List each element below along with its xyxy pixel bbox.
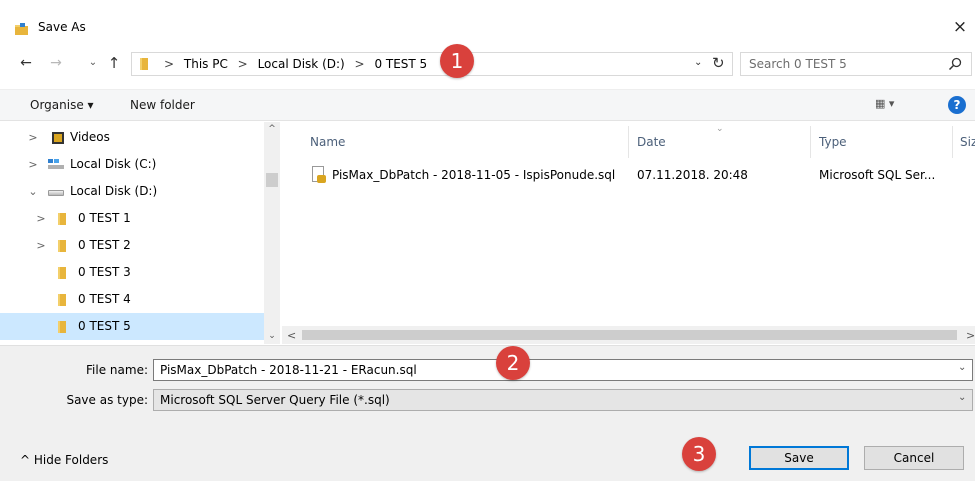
tree-item-videos[interactable]: > Videos: [0, 124, 264, 151]
file-name: PisMax_DbPatch - 2018-11-05 - IspisPonud…: [332, 168, 616, 182]
tree-item-label: Local Disk (C:): [70, 157, 157, 171]
new-folder-button[interactable]: New folder: [130, 98, 195, 112]
close-button[interactable]: ×: [948, 16, 972, 38]
disk-c-icon: [48, 159, 64, 169]
scroll-right-icon[interactable]: >: [966, 329, 975, 342]
chevron-down-icon[interactable]: ⌄: [26, 178, 40, 205]
folder-icon: [58, 213, 66, 225]
scroll-down-icon[interactable]: ⌄: [264, 331, 280, 341]
tree-item-label: Videos: [70, 130, 110, 144]
window-title: Save As: [38, 20, 86, 34]
scroll-left-icon[interactable]: <: [287, 329, 296, 342]
tree-item-0-test-3[interactable]: 0 TEST 3: [0, 259, 264, 286]
sql-file-icon: [312, 166, 326, 183]
tree-item-label: 0 TEST 3: [78, 265, 131, 279]
chevron-down-icon[interactable]: ⌄: [694, 57, 702, 68]
save-as-icon: [15, 23, 28, 35]
save-as-type-select[interactable]: Microsoft SQL Server Query File (*.sql): [153, 389, 973, 411]
toolbar: Organise ▾ New folder ▦ ▾ ?: [0, 89, 975, 121]
sort-chevron-icon: ⌄: [716, 124, 724, 134]
column-divider[interactable]: [952, 126, 953, 158]
search-input[interactable]: Search 0 TEST 5: [740, 52, 972, 76]
scroll-up-icon[interactable]: ^: [264, 124, 280, 134]
tree-item-label: 0 TEST 1: [78, 211, 131, 225]
hide-folders-button[interactable]: ^ Hide Folders: [20, 453, 108, 467]
video-folder-icon: [52, 132, 64, 144]
filename-label: File name:: [86, 363, 148, 377]
column-divider[interactable]: [810, 126, 811, 158]
folder-icon: [58, 240, 66, 252]
disk-d-icon: [48, 190, 64, 196]
tree-item-0-test-4[interactable]: 0 TEST 4: [0, 286, 264, 313]
save-as-type-label: Save as type:: [66, 393, 148, 407]
filename-input[interactable]: PisMax_DbPatch - 2018-11-21 - ERacun.sql: [153, 359, 973, 381]
chevron-right-icon[interactable]: >: [26, 151, 40, 178]
file-type: Microsoft SQL Ser...: [819, 168, 936, 182]
refresh-icon[interactable]: ↻: [712, 54, 725, 72]
breadcrumb: > This PC > Local Disk (D:) > 0 TEST 5: [164, 57, 433, 71]
forward-arrow-icon[interactable]: →: [46, 55, 66, 71]
column-header-date[interactable]: Date: [637, 135, 666, 149]
column-header-size[interactable]: Size: [960, 135, 975, 149]
tree-item-label: 0 TEST 2: [78, 238, 131, 252]
file-date: 07.11.2018. 20:48: [637, 168, 748, 182]
help-icon[interactable]: ?: [948, 96, 966, 114]
chevron-right-icon[interactable]: >: [34, 205, 48, 232]
chevron-right-icon[interactable]: >: [34, 232, 48, 259]
folder-icon: [58, 267, 66, 279]
tree-item-0-test-5[interactable]: 0 TEST 5: [0, 313, 264, 340]
recent-locations-chevron-icon[interactable]: ⌄: [86, 57, 100, 68]
breadcrumb-separator: >: [237, 57, 248, 71]
tree-item-0-test-1[interactable]: > 0 TEST 1: [0, 205, 264, 232]
tree-item-0-test-2[interactable]: > 0 TEST 2: [0, 232, 264, 259]
column-header-type[interactable]: Type: [819, 135, 847, 149]
breadcrumb-separator: >: [354, 57, 365, 71]
up-arrow-icon[interactable]: ↑: [106, 54, 122, 72]
tree-item-local-disk-d[interactable]: ⌄ Local Disk (D:): [0, 178, 264, 205]
breadcrumb-this-pc[interactable]: This PC: [184, 57, 228, 71]
tree-item-local-disk-c[interactable]: > Local Disk (C:): [0, 151, 264, 178]
tree-scroll-thumb[interactable]: [266, 173, 278, 187]
back-arrow-icon[interactable]: ←: [16, 55, 36, 71]
tree-scrollbar[interactable]: [264, 122, 280, 344]
list-scroll-thumb[interactable]: [302, 330, 957, 340]
navigation-pane: > Videos > Local Disk (C:) ⌄ Local Disk …: [0, 122, 280, 344]
title-bar: [0, 0, 975, 40]
organise-button[interactable]: Organise ▾: [30, 98, 94, 112]
cancel-button[interactable]: Cancel: [864, 446, 964, 470]
folder-icon: [58, 294, 66, 306]
tree-item-label: Local Disk (D:): [70, 184, 158, 198]
file-list: Name ⌄ Date Type Size PisMax_DbPatch - 2…: [282, 122, 975, 344]
folder-icon: [140, 58, 148, 70]
folder-icon: [58, 321, 66, 333]
chevron-down-icon[interactable]: ⌄: [958, 392, 966, 403]
search-placeholder: Search 0 TEST 5: [749, 57, 847, 71]
change-view-icon[interactable]: ▦ ▾: [875, 97, 915, 110]
search-icon: [948, 57, 962, 71]
column-header-name[interactable]: Name: [310, 135, 345, 149]
tree-item-label: 0 TEST 5: [78, 319, 131, 333]
breadcrumb-separator: >: [164, 57, 175, 71]
tree-item-label: 0 TEST 4: [78, 292, 131, 306]
callout-2: 2: [496, 346, 530, 380]
address-bar[interactable]: > This PC > Local Disk (D:) > 0 TEST 5 ⌄…: [131, 52, 733, 76]
chevron-right-icon[interactable]: >: [26, 124, 40, 151]
callout-1: 1: [440, 44, 474, 78]
callout-3: 3: [682, 437, 716, 471]
save-button[interactable]: Save: [749, 446, 849, 470]
column-divider[interactable]: [628, 126, 629, 158]
breadcrumb-local-disk-d[interactable]: Local Disk (D:): [258, 57, 345, 71]
breadcrumb-0-test-5[interactable]: 0 TEST 5: [374, 57, 427, 71]
chevron-down-icon[interactable]: ⌄: [958, 362, 966, 373]
